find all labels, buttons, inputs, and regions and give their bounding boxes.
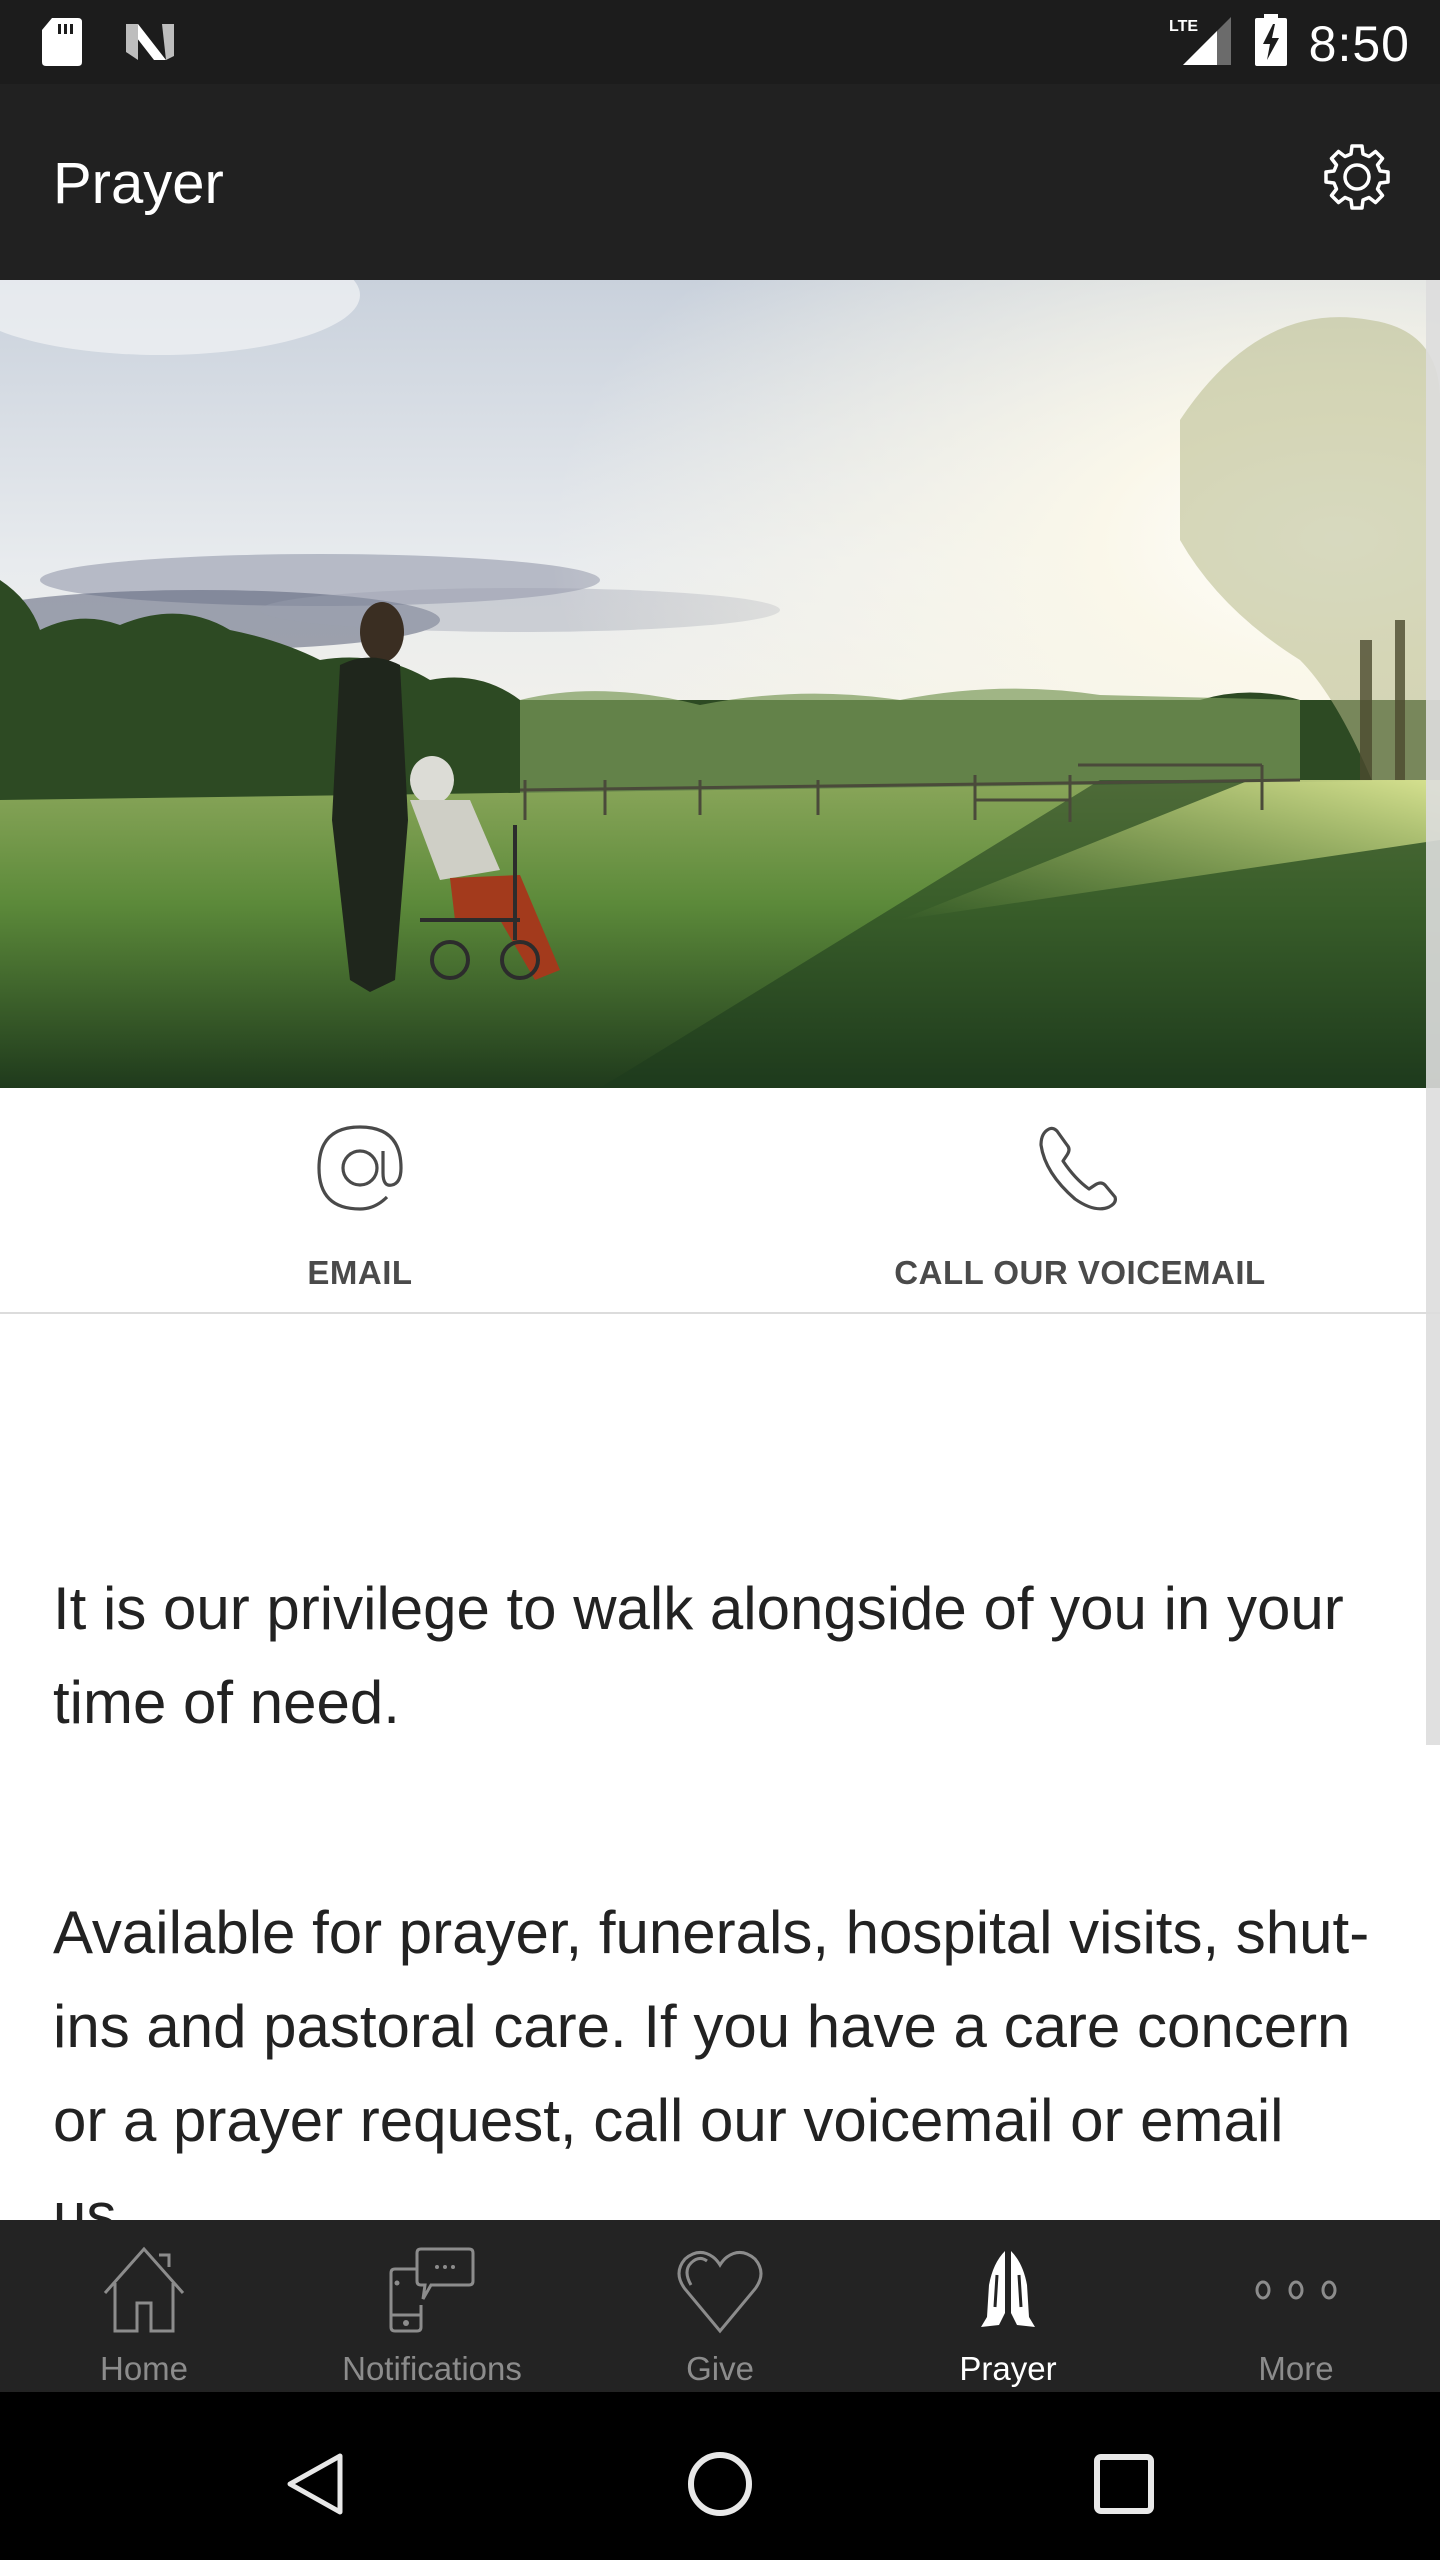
system-home-button[interactable] xyxy=(680,2446,760,2526)
sd-card-icon xyxy=(40,16,84,73)
n-notification-icon xyxy=(122,20,178,69)
email-label: EMAIL xyxy=(307,1254,413,1291)
status-right-icons: LTE 8:50 xyxy=(1169,14,1410,73)
email-button[interactable]: EMAIL xyxy=(0,1088,720,1312)
home-icon xyxy=(99,2240,189,2340)
nav-give[interactable]: Give xyxy=(576,2220,864,2392)
settings-button[interactable] xyxy=(1314,138,1400,224)
hero-image xyxy=(0,280,1440,1088)
nav-prayer-label: Prayer xyxy=(959,2350,1057,2387)
status-left-icons xyxy=(40,16,178,73)
status-bar: LTE 8:50 xyxy=(0,0,1440,84)
battery-charging-icon xyxy=(1253,14,1289,73)
call-voicemail-label: CALL OUR VOICEMAIL xyxy=(894,1254,1266,1291)
phone-icon xyxy=(1030,1118,1130,1218)
at-sign-icon xyxy=(310,1118,410,1218)
nav-more-label: More xyxy=(1258,2350,1334,2387)
nav-home[interactable]: Home xyxy=(0,2220,288,2392)
recents-square-icon xyxy=(1092,2452,1156,2521)
more-dots-icon xyxy=(1251,2240,1341,2340)
system-back-button[interactable] xyxy=(276,2446,356,2526)
scrollbar[interactable] xyxy=(1426,280,1440,1745)
nav-home-label: Home xyxy=(99,2350,189,2387)
intro-paragraph: It is our privilege to walk alongside of… xyxy=(53,1575,1344,1736)
gear-icon xyxy=(1320,142,1394,221)
lte-signal-icon: LTE xyxy=(1169,15,1233,72)
call-voicemail-button[interactable]: CALL OUR VOICEMAIL xyxy=(720,1088,1440,1312)
nav-notifications-label: Notifications xyxy=(342,2350,522,2387)
contact-actions: EMAIL CALL OUR VOICEMAIL xyxy=(0,1088,1440,1314)
scroll-content[interactable]: EMAIL CALL OUR VOICEMAIL It is our privi… xyxy=(0,280,1440,2220)
bottom-navigation: Home Notifications Give Prayer More xyxy=(0,2220,1440,2392)
app-bar: Prayer xyxy=(0,84,1440,280)
praying-hands-icon xyxy=(963,2240,1053,2340)
system-recents-button[interactable] xyxy=(1084,2446,1164,2526)
notifications-phone-icon xyxy=(387,2240,477,2340)
nav-notifications[interactable]: Notifications xyxy=(288,2220,576,2392)
heart-icon xyxy=(675,2240,765,2340)
page-title: Prayer xyxy=(53,151,224,216)
svg-text:LTE: LTE xyxy=(1169,18,1198,35)
nav-more[interactable]: More xyxy=(1152,2220,1440,2392)
nav-give-label: Give xyxy=(686,2350,754,2387)
clock: 8:50 xyxy=(1308,15,1410,72)
home-circle-icon xyxy=(686,2450,754,2523)
back-icon xyxy=(284,2452,348,2521)
nav-prayer[interactable]: Prayer xyxy=(864,2220,1152,2392)
system-navigation-bar xyxy=(0,2392,1440,2560)
services-paragraph: Available for prayer, funerals, hospital… xyxy=(53,1899,1370,2220)
